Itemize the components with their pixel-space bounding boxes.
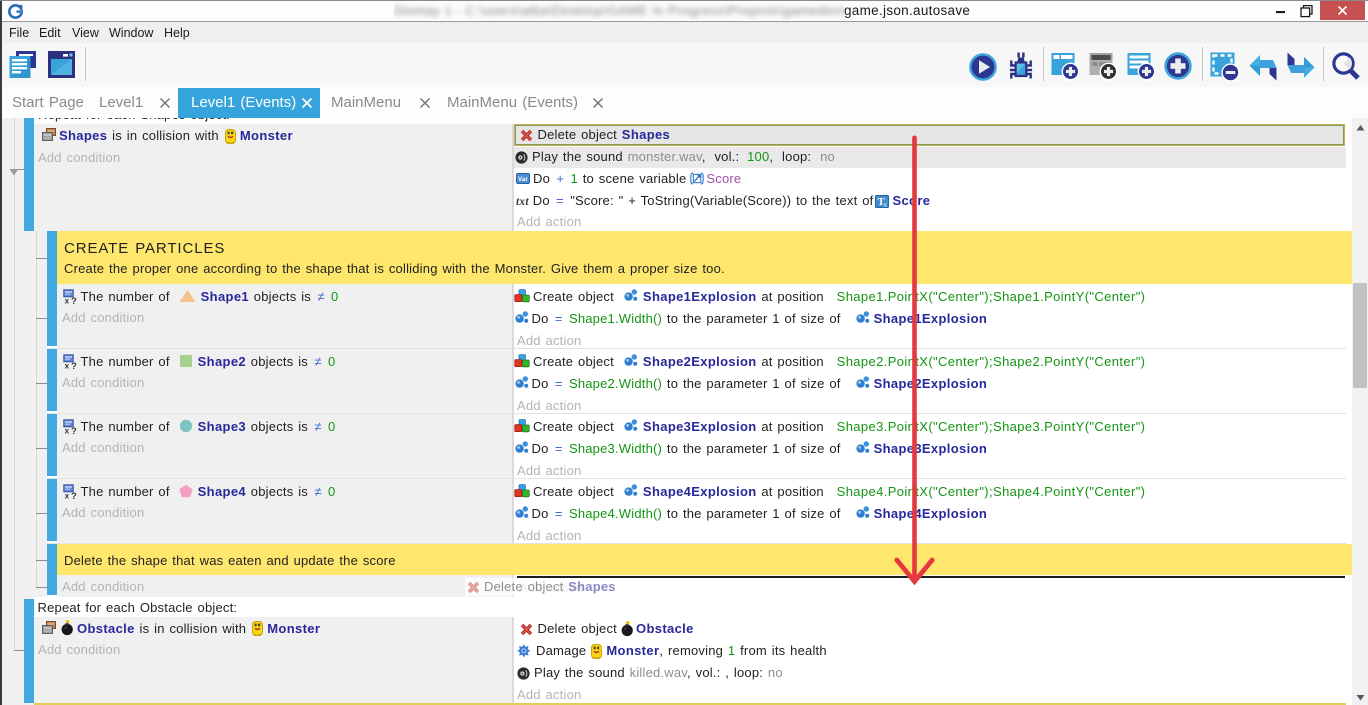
svg-text:?: ?: [71, 296, 77, 305]
svg-text:x: x: [64, 361, 69, 370]
svg-text:x: x: [64, 491, 69, 500]
svg-text:Var: Var: [518, 177, 528, 183]
svg-text:?: ?: [71, 426, 77, 435]
svg-text:x: x: [64, 426, 69, 435]
svg-text:?: ?: [71, 491, 77, 500]
svg-text:x: x: [884, 201, 888, 208]
svg-text:?: ?: [71, 361, 77, 370]
svg-text:x: x: [64, 296, 69, 305]
